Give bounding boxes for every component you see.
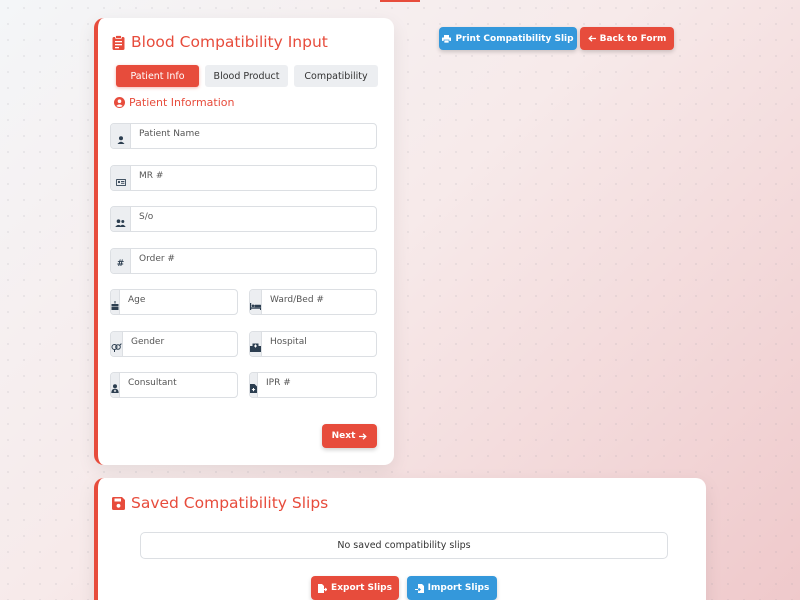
file-export-icon	[318, 583, 328, 593]
order-input[interactable]	[131, 249, 376, 273]
ipr-field	[249, 372, 377, 398]
top-accent-strip	[380, 0, 420, 2]
patient-info-heading: Patient Information	[114, 96, 234, 109]
user-doctor-icon	[111, 373, 120, 397]
hashtag-icon: #	[111, 249, 131, 273]
file-import-icon	[414, 583, 424, 593]
user-icon	[111, 124, 131, 148]
so-input[interactable]	[131, 207, 376, 231]
consultant-input[interactable]	[120, 373, 237, 397]
hospital-icon	[250, 332, 262, 356]
print-slip-button[interactable]: Print Compatibility Slip	[439, 27, 577, 50]
import-slips-label: Import Slips	[427, 583, 490, 593]
consultant-field	[110, 372, 238, 398]
import-slips-button[interactable]: Import Slips	[407, 576, 497, 600]
form-card-title: Blood Compatibility Input	[112, 33, 328, 51]
age-input[interactable]	[120, 290, 237, 314]
patient-name-input[interactable]	[131, 124, 376, 148]
gender-input[interactable]	[123, 332, 237, 356]
mr-input[interactable]	[131, 166, 376, 190]
tab-blood-product[interactable]: Blood Product	[205, 65, 288, 87]
next-button[interactable]: Next	[322, 424, 377, 448]
bed-icon	[250, 290, 262, 314]
ward-bed-field	[249, 289, 377, 315]
birthday-cake-icon	[111, 290, 120, 314]
ward-bed-input[interactable]	[262, 290, 376, 314]
gender-field	[110, 331, 238, 357]
users-icon	[111, 207, 131, 231]
form-card-title-text: Blood Compatibility Input	[131, 33, 328, 51]
save-icon	[112, 496, 125, 510]
back-to-form-button[interactable]: Back to Form	[580, 27, 674, 50]
user-circle-icon	[114, 97, 125, 108]
so-field	[110, 206, 377, 232]
arrow-right-icon	[359, 432, 368, 440]
print-icon	[442, 34, 452, 43]
back-to-form-label: Back to Form	[599, 33, 667, 44]
form-tabs: Patient Info Blood Product Compatibility	[116, 65, 378, 87]
next-button-label: Next	[331, 431, 356, 441]
hospital-input[interactable]	[262, 332, 376, 356]
compatibility-input-card: Blood Compatibility Input Patient Info B…	[94, 18, 394, 465]
export-slips-label: Export Slips	[331, 583, 392, 593]
clipboard-icon	[112, 34, 125, 50]
tab-patient-info[interactable]: Patient Info	[116, 65, 199, 87]
print-slip-label: Print Compatibility Slip	[455, 33, 574, 44]
venus-mars-icon	[111, 332, 123, 356]
order-field: #	[110, 248, 377, 274]
patient-info-heading-text: Patient Information	[129, 96, 235, 109]
age-field	[110, 289, 238, 315]
saved-card-title: Saved Compatibility Slips	[112, 494, 328, 512]
patient-name-field	[110, 123, 377, 149]
mr-field	[110, 165, 377, 191]
ipr-input[interactable]	[258, 373, 376, 397]
export-slips-button[interactable]: Export Slips	[311, 576, 399, 600]
empty-slips-message: No saved compatibility slips	[140, 532, 668, 559]
id-card-icon	[111, 166, 131, 190]
saved-card-title-text: Saved Compatibility Slips	[131, 494, 329, 512]
file-medical-icon	[250, 373, 258, 397]
tab-compatibility[interactable]: Compatibility	[294, 65, 378, 87]
arrow-left-icon	[587, 35, 596, 42]
saved-slips-card: Saved Compatibility Slips No saved compa…	[94, 478, 706, 600]
hospital-field	[249, 331, 377, 357]
